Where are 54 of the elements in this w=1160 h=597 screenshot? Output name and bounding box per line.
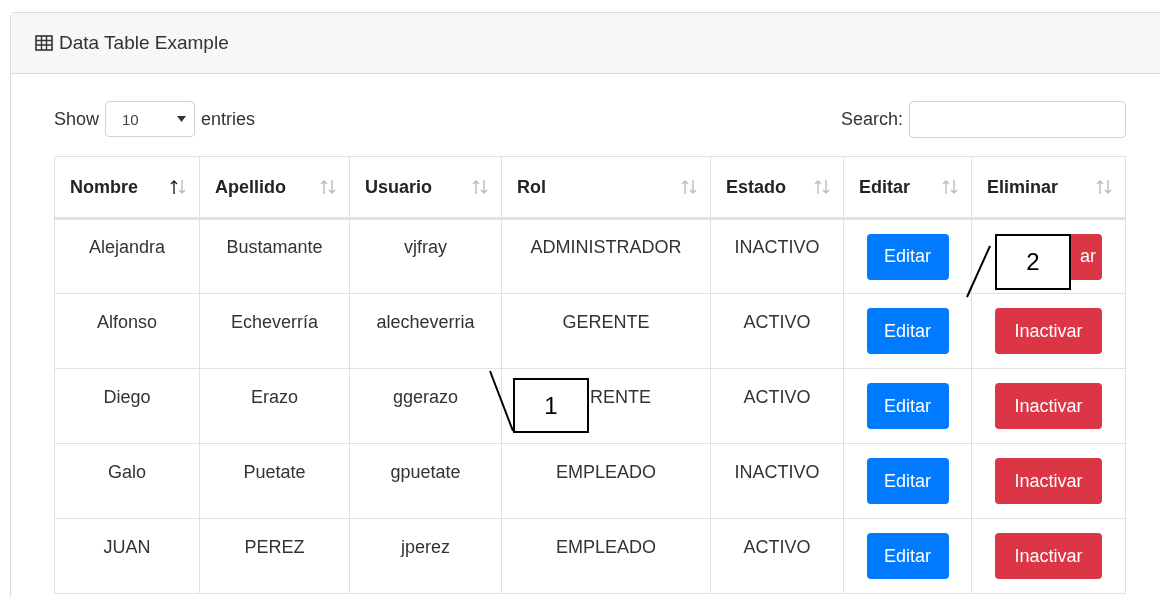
edit-button[interactable]: Editar bbox=[866, 383, 949, 429]
table-cell: jperez bbox=[349, 518, 502, 594]
inactivate-button[interactable]: Inactivar bbox=[995, 458, 1102, 504]
table-cell: INACTIVO bbox=[710, 443, 844, 519]
column-header[interactable]: Apellido bbox=[215, 176, 286, 198]
table-cell: PEREZ bbox=[199, 518, 350, 594]
table-cell: Echeverría bbox=[199, 293, 350, 369]
edit-button[interactable]: Editar bbox=[866, 308, 949, 354]
leader-line bbox=[967, 246, 990, 297]
inactivate-button[interactable]: Inactivar bbox=[995, 383, 1102, 429]
leader-line bbox=[490, 371, 513, 431]
table-cell: ADMINISTRADOR bbox=[501, 218, 711, 294]
table-cell: Bustamante bbox=[199, 218, 350, 294]
table-cell: Diego bbox=[54, 368, 200, 444]
column-header[interactable]: Nombre bbox=[70, 176, 138, 198]
edit-button[interactable]: Editar bbox=[866, 533, 949, 579]
table-cell: INACTIVO bbox=[710, 218, 844, 294]
table-cell: Puetate bbox=[199, 443, 350, 519]
table-cell: Alejandra bbox=[54, 218, 200, 294]
entries-select[interactable]: 10 bbox=[105, 101, 196, 137]
table-cell: Alfonso bbox=[54, 293, 200, 369]
caret-icon bbox=[177, 116, 187, 122]
sort-icon[interactable] bbox=[169, 178, 187, 196]
table-cell: alecheverria bbox=[349, 293, 502, 369]
callout-label: 2 bbox=[995, 234, 1071, 290]
search-field[interactable] bbox=[909, 100, 1126, 138]
column-header[interactable]: Editar bbox=[859, 176, 910, 198]
table-cell: GERENTE bbox=[501, 293, 711, 369]
edit-button[interactable]: Editar bbox=[866, 233, 949, 280]
table-cell: Galo bbox=[54, 443, 200, 519]
table-cell: Erazo bbox=[199, 368, 350, 444]
entries-label: entries bbox=[201, 108, 256, 130]
show-label: Show bbox=[54, 108, 100, 130]
table-cell: EMPLEADO bbox=[501, 518, 711, 594]
table-cell: gpuetate bbox=[349, 443, 502, 519]
edit-button[interactable]: Editar bbox=[866, 458, 949, 504]
table-cell: ggerazo bbox=[349, 368, 502, 444]
table-cell: vjfray bbox=[349, 218, 502, 294]
inactivate-button[interactable]: Inactivar bbox=[995, 308, 1102, 354]
column-header[interactable]: Eliminar bbox=[987, 176, 1059, 198]
column-header[interactable]: Rol bbox=[517, 176, 546, 198]
column-header[interactable]: Usuario bbox=[365, 176, 433, 198]
table-cell: EMPLEADO bbox=[501, 443, 711, 519]
column-header[interactable]: Estado bbox=[726, 176, 786, 198]
table-cell: ACTIVO bbox=[710, 368, 844, 444]
inactivate-button[interactable]: Inactivar bbox=[995, 533, 1102, 579]
callout-label: 1 bbox=[513, 378, 589, 433]
table-cell: ACTIVO bbox=[710, 518, 844, 594]
search-label: Search: bbox=[840, 108, 903, 130]
inactivate-button[interactable]: ar bbox=[1070, 233, 1102, 280]
table-cell: JUAN bbox=[54, 518, 200, 594]
table-cell: ACTIVO bbox=[710, 293, 844, 369]
card-title: Data Table Example bbox=[59, 32, 229, 54]
table-icon bbox=[35, 35, 53, 51]
